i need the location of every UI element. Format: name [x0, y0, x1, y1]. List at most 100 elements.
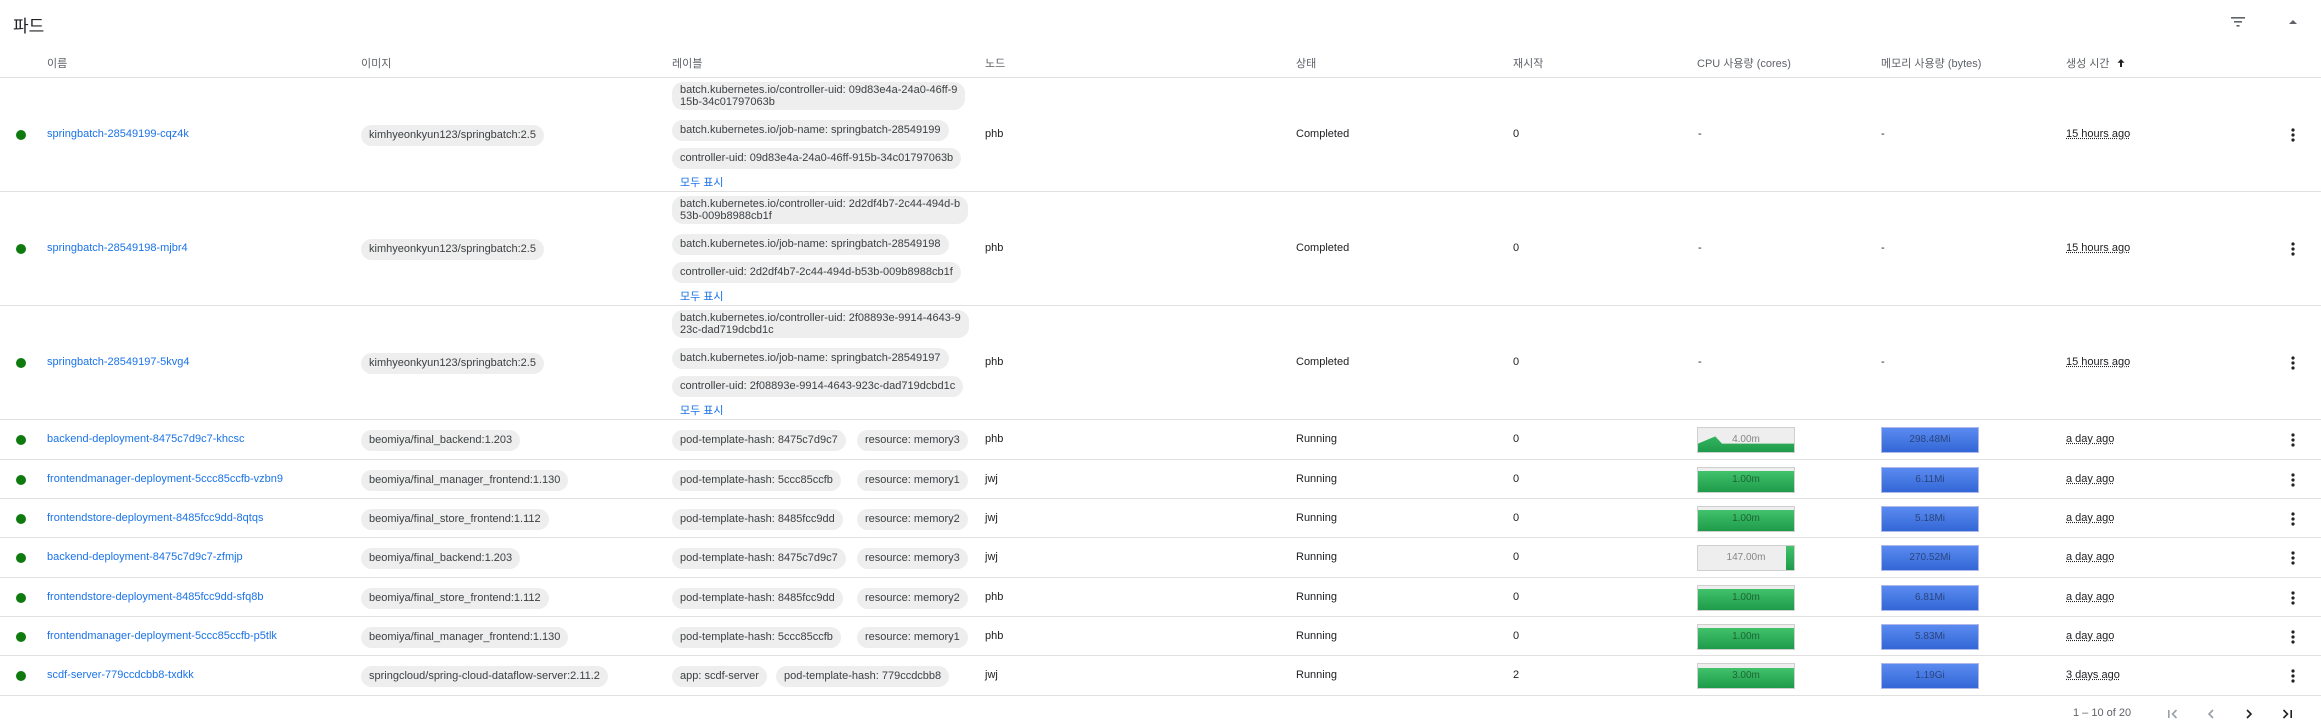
label-chip: batch.kubernetes.io/job-name: springbatc…	[672, 120, 949, 141]
image-chip: kimhyeonkyun123/springbatch:2.5	[361, 125, 544, 146]
more-vert-icon[interactable]	[2288, 125, 2298, 145]
pod-name-link[interactable]: frontendstore-deployment-8485fcc9dd-8qtq…	[47, 512, 263, 524]
labels-cell: pod-template-hash: 5ccc85ccfb resource: m…	[672, 460, 972, 499]
node-name[interactable]: jwj	[985, 512, 998, 524]
status-ok-icon	[16, 631, 26, 642]
label-chip: resource: memory1	[857, 469, 968, 491]
cpu-sparkline: 1.00m	[1697, 466, 1795, 493]
node-name[interactable]: jwj	[985, 473, 998, 485]
node-name[interactable]: phb	[985, 591, 1003, 603]
filter-list-icon[interactable]	[2228, 12, 2248, 32]
table-row: frontendmanager-deployment-5ccc85ccfb-p5…	[0, 617, 2321, 656]
node-name[interactable]: phb	[985, 433, 1003, 445]
status-ok-icon	[16, 671, 26, 681]
status-ok-icon	[16, 435, 26, 445]
status-ok-icon	[16, 513, 26, 524]
image-chip: springcloud/spring-cloud-dataflow-server…	[361, 666, 608, 687]
table-row: springbatch-28549197-5kvg4 kimhyeonkyun12…	[0, 306, 2321, 420]
node-name[interactable]: jwj	[985, 669, 998, 681]
label-chip: pod-template-hash: 5ccc85ccfb	[672, 469, 841, 491]
memory-usage-value: 5.18Mi	[1914, 512, 1945, 524]
chevron-up-icon[interactable]	[2283, 12, 2303, 32]
more-vert-icon[interactable]	[2288, 627, 2298, 647]
created-time[interactable]: 3 days ago	[2066, 669, 2120, 681]
status-text: Running	[1296, 551, 1337, 563]
node-name[interactable]: phb	[985, 356, 1003, 368]
restarts-count: 0	[1513, 551, 1520, 563]
more-vert-icon[interactable]	[2288, 239, 2298, 259]
label-chip: pod-template-hash: 8475c7d9c7	[672, 548, 846, 569]
more-vert-icon[interactable]	[2288, 470, 2298, 490]
cpu-usage-value: -	[1698, 356, 1702, 368]
more-vert-icon[interactable]	[2288, 509, 2298, 529]
column-header-restarts[interactable]: 재시작	[1513, 55, 1543, 71]
more-vert-icon[interactable]	[2288, 588, 2298, 608]
created-time[interactable]: a day ago	[2066, 473, 2114, 485]
pod-name-link[interactable]: springbatch-28549198-mjbr4	[47, 242, 188, 254]
node-name[interactable]: phb	[985, 242, 1003, 254]
column-header-cpu: CPU 사용량 (cores)	[1697, 58, 1791, 70]
more-vert-icon[interactable]	[2288, 353, 2298, 373]
chevron-right-icon[interactable]	[2239, 704, 2259, 724]
pod-name-link[interactable]: frontendmanager-deployment-5ccc85ccfb-p5…	[47, 630, 277, 642]
status-text: Completed	[1296, 242, 1350, 254]
status-ok-icon	[16, 553, 26, 563]
page-range-label: 1 – 10 of 20	[2073, 707, 2132, 719]
status-ok-icon	[16, 244, 26, 254]
panel-title: 파드	[13, 17, 45, 36]
pod-name-link[interactable]: frontendstore-deployment-8485fcc9dd-sfq8…	[47, 591, 263, 603]
label-chip: app: scdf-server	[672, 666, 767, 687]
pod-name-link[interactable]: backend-deployment-8475c7d9c7-khcsc	[47, 433, 245, 445]
more-vert-icon[interactable]	[2288, 666, 2298, 686]
created-time[interactable]: a day ago	[2066, 433, 2114, 445]
restarts-count: 0	[1513, 629, 1520, 642]
labels-cell: batch.kubernetes.io/controller-uid: 2f08…	[672, 306, 972, 420]
created-time[interactable]: 15 hours ago	[2066, 356, 2130, 368]
memory-sparkline: 270.52Mi	[1881, 545, 1979, 571]
memory-usage-value: 298.48Mi	[1909, 434, 1951, 445]
last-page-icon[interactable]	[2277, 704, 2297, 724]
pod-name-link[interactable]: springbatch-28549199-cqz4k	[47, 128, 189, 140]
restarts-count: 0	[1513, 590, 1520, 603]
pod-name-link[interactable]: scdf-server-779ccdcbb8-txdkk	[47, 669, 194, 681]
memory-sparkline: 298.48Mi	[1881, 427, 1979, 453]
cpu-usage-value: 1.00m	[1732, 591, 1760, 603]
restarts-count: 0	[1513, 433, 1520, 445]
cpu-sparkline: 1.00m	[1697, 584, 1795, 611]
label-chip: resource: memory1	[857, 626, 968, 648]
pod-name-link[interactable]: springbatch-28549197-5kvg4	[47, 356, 190, 368]
created-time[interactable]: a day ago	[2066, 630, 2114, 642]
labels-cell: app: scdf-server pod-template-hash: 779cc…	[672, 656, 972, 696]
node-name[interactable]: phb	[985, 630, 1003, 642]
paginator: 1 – 10 of 20	[0, 700, 2321, 728]
created-time[interactable]: a day ago	[2066, 551, 2114, 563]
pod-name-link[interactable]: frontendmanager-deployment-5ccc85ccfb-vz…	[47, 473, 283, 485]
memory-usage-value: 6.81Mi	[1914, 591, 1945, 603]
column-header-created[interactable]: 생성 시간	[2066, 55, 2126, 71]
chevron-left-icon[interactable]	[2201, 704, 2221, 724]
labels-cell: batch.kubernetes.io/controller-uid: 2d2d…	[672, 192, 972, 306]
cpu-sparkline: 3.00m	[1697, 663, 1795, 689]
restarts-count: 0	[1513, 472, 1520, 485]
show-all-labels-link[interactable]: 모두 표시	[680, 402, 724, 418]
node-name[interactable]: phb	[985, 128, 1003, 140]
memory-sparkline: 6.11Mi	[1881, 466, 1979, 493]
created-time[interactable]: a day ago	[2066, 591, 2114, 603]
restarts-count: 2	[1513, 669, 1520, 681]
more-vert-icon[interactable]	[2288, 548, 2298, 568]
image-chip: kimhyeonkyun123/springbatch:2.5	[361, 239, 544, 260]
created-time[interactable]: a day ago	[2066, 512, 2114, 524]
table-row: frontendstore-deployment-8485fcc9dd-8qtq…	[0, 499, 2321, 538]
labels-cell: pod-template-hash: 8475c7d9c7 resource: m…	[672, 420, 972, 460]
show-all-labels-link[interactable]: 모두 표시	[680, 174, 724, 190]
created-time[interactable]: 15 hours ago	[2066, 128, 2130, 140]
show-all-labels-link[interactable]: 모두 표시	[680, 288, 724, 304]
pod-name-link[interactable]: backend-deployment-8475c7d9c7-zfmjp	[47, 551, 243, 563]
labels-cell: batch.kubernetes.io/controller-uid: 09d8…	[672, 78, 972, 192]
first-page-icon[interactable]	[2163, 704, 2183, 724]
created-time[interactable]: 15 hours ago	[2066, 242, 2130, 254]
column-header-name[interactable]: 이름	[47, 55, 67, 71]
column-header-memory: 메모리 사용량 (bytes)	[1881, 58, 1982, 70]
node-name[interactable]: jwj	[985, 551, 998, 563]
more-vert-icon[interactable]	[2288, 430, 2298, 450]
